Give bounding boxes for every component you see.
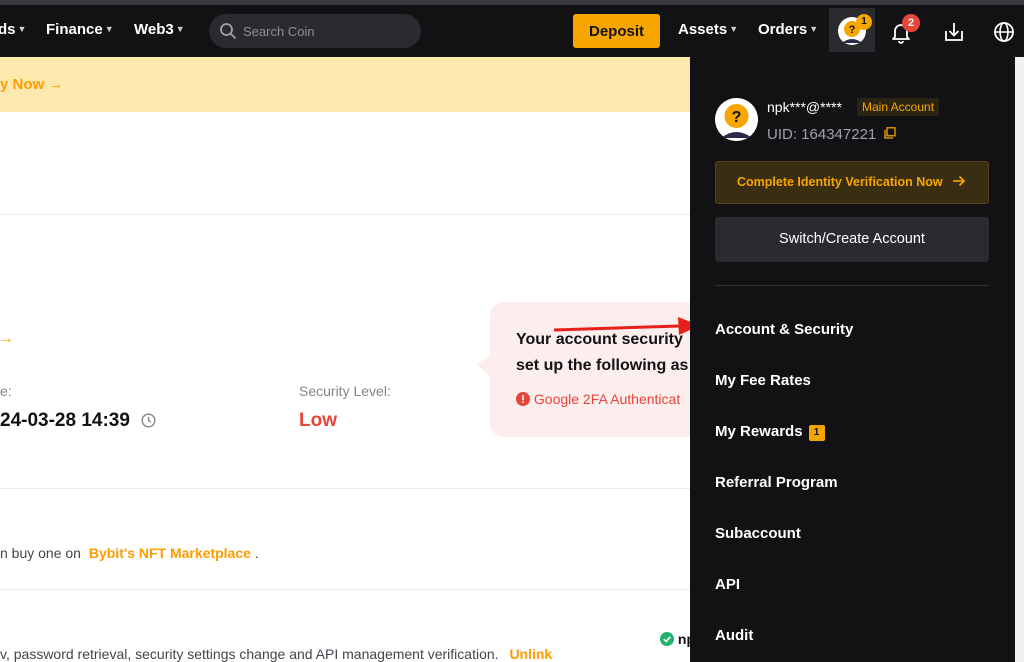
- menu-item-subaccount[interactable]: Subaccount: [715, 525, 801, 542]
- unlink-link[interactable]: Unlink: [509, 646, 552, 662]
- nft-marketplace-link[interactable]: Bybit's NFT Marketplace: [89, 545, 251, 561]
- clock-icon: [141, 412, 156, 434]
- warning-icon: [516, 392, 530, 409]
- search-box[interactable]: [209, 14, 421, 48]
- check-icon: [660, 632, 674, 649]
- tooltip-item-label: Google 2FA Authenticat: [533, 391, 681, 407]
- tooltip-line-2: set up the following as: [516, 357, 689, 374]
- switch-account-label: Switch/Create Account: [779, 231, 925, 247]
- avatar: ?: [715, 98, 758, 141]
- download-button[interactable]: [932, 8, 978, 52]
- last-login-value: 24-03-28 14:39: [0, 410, 130, 431]
- account-dropdown-panel: ? npk***@**** Main Account UID: 16434722…: [690, 57, 1015, 662]
- security-level-value: Low: [299, 410, 337, 431]
- rewards-badge: 1: [808, 425, 825, 441]
- top-navigation-bar: ds▼ Finance▼ Web3▼ Deposit Assets▼ Order…: [0, 0, 1024, 57]
- banner-link[interactable]: y Now →: [0, 76, 63, 93]
- language-button[interactable]: [982, 8, 1024, 52]
- menu-item-account-security[interactable]: Account & Security: [715, 321, 853, 338]
- menu-item-rewards-label: My Rewards: [715, 423, 803, 440]
- section-divider: [0, 488, 690, 489]
- verify-identity-label: Complete Identity Verification Now: [737, 175, 943, 189]
- panel-divider: [715, 285, 989, 286]
- menu-item-api[interactable]: API: [715, 576, 740, 593]
- deposit-button[interactable]: Deposit: [573, 14, 660, 48]
- last-login-row: 24-03-28 14:39: [0, 410, 156, 434]
- user-avatar-icon: ?: [715, 98, 758, 141]
- section-divider: [0, 589, 690, 590]
- red-arrow-annotation: [553, 317, 700, 335]
- nav-item-web3[interactable]: Web3 ▼: [134, 21, 185, 38]
- security-level-label: Security Level:: [299, 383, 391, 399]
- profile-badge: 1: [856, 14, 872, 30]
- search-icon: [219, 22, 237, 45]
- svg-text:?: ?: [732, 109, 742, 126]
- verify-identity-button[interactable]: Complete Identity Verification Now: [715, 161, 989, 204]
- nav-item-finance[interactable]: Finance ▼: [46, 21, 114, 38]
- tooltip-warning-item[interactable]: Google 2FA Authenticat: [516, 391, 680, 409]
- notifications-button[interactable]: 2: [878, 8, 924, 52]
- svg-text:?: ?: [849, 24, 856, 36]
- nav-item-cut[interactable]: ds ▼: [0, 21, 26, 38]
- menu-item-audit[interactable]: Audit: [715, 627, 753, 644]
- uid-text: UID: 164347221: [767, 126, 877, 143]
- date-label: e:: [0, 383, 12, 399]
- menu-item-fee-rates[interactable]: My Fee Rates: [715, 372, 811, 389]
- arrow-link-cut[interactable]: →: [0, 330, 14, 348]
- search-input[interactable]: [243, 14, 413, 48]
- verification-row: v, password retrieval, security settings…: [0, 646, 552, 662]
- verification-text: v, password retrieval, security settings…: [0, 646, 499, 662]
- copy-icon[interactable]: [884, 126, 897, 143]
- user-name: npk***@****: [767, 99, 842, 115]
- uid-row: UID: 164347221: [767, 126, 897, 143]
- section-divider: [0, 214, 690, 215]
- globe-icon: [993, 21, 1015, 48]
- nav-item-orders[interactable]: Orders ▼: [758, 21, 818, 38]
- menu-item-referral[interactable]: Referral Program: [715, 474, 838, 491]
- nft-suffix: .: [254, 545, 259, 561]
- switch-account-button[interactable]: Switch/Create Account: [715, 217, 989, 262]
- tooltip-tail: [477, 353, 491, 377]
- menu-item-rewards[interactable]: My Rewards 1: [715, 423, 825, 441]
- page-scrollbar[interactable]: [1015, 57, 1024, 662]
- nft-row: n buy one on Bybit's NFT Marketplace .: [0, 545, 259, 561]
- profile-button[interactable]: ? 1: [829, 8, 875, 52]
- announcement-banner: y Now →: [0, 57, 690, 112]
- arrow-right-icon: [952, 174, 966, 191]
- nft-prefix: n buy one on: [0, 545, 81, 561]
- main-account-tag: Main Account: [857, 98, 940, 116]
- notification-badge: 2: [902, 14, 920, 32]
- nav-item-assets[interactable]: Assets ▼: [678, 21, 738, 38]
- download-icon: [943, 21, 965, 48]
